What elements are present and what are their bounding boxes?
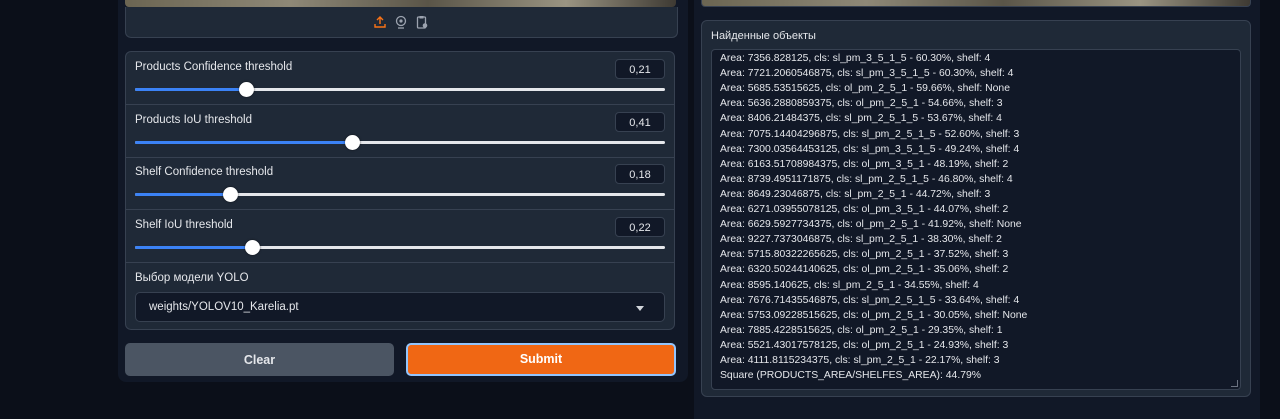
clear-button[interactable]: Clear — [125, 343, 394, 376]
result-line: Area: 5636.2880859375, cls: ol_pm_2_5_1 … — [720, 98, 1003, 110]
chevron-down-icon — [636, 306, 644, 311]
slider-fill — [135, 193, 231, 196]
products-confidence-slider: Products Confidence threshold 0,21 — [126, 52, 674, 105]
result-line: Area: 6271.03955078125, cls: ol_pm_3_5_1… — [720, 204, 1009, 215]
slider-label: Shelf Confidence threshold — [135, 166, 274, 178]
result-line: Area: 8595.140625, cls: sl_pm_2_5_1 - 34… — [720, 279, 979, 291]
slider-label: Products IoU threshold — [135, 114, 252, 126]
result-line: Area: 5753.09228515625, cls: ol_pm_2_5_1… — [720, 309, 1028, 321]
shelf-confidence-slider: Shelf Confidence threshold 0,18 — [126, 157, 674, 210]
result-line: Area: 5521.43017578125, cls: ol_pm_2_5_1… — [720, 339, 1009, 351]
slider-fill — [135, 141, 353, 144]
result-line: Square (PRODUCTS_AREA/SHELFES_AREA): 44.… — [720, 370, 982, 382]
upload-icon[interactable] — [373, 15, 387, 29]
slider-thumb[interactable] — [223, 187, 239, 202]
result-line: Area: 7300.03564453125, cls: sl_pm_3_5_1… — [720, 143, 1020, 155]
model-select-label: Выбор модели YOLO — [135, 272, 249, 284]
resize-handle-icon[interactable] — [1231, 380, 1238, 387]
slider-track[interactable] — [135, 82, 665, 97]
result-line: Area: 7721.2060546875, cls: sl_pm_3_5_1_… — [720, 68, 1014, 80]
model-dropdown[interactable]: weights/YOLOV10_Karelia.pt — [135, 292, 665, 322]
result-line: Area: 5685.53515625, cls: ol_pm_2_5_1 - … — [720, 83, 1010, 95]
slider-label: Products Confidence threshold — [135, 61, 293, 73]
result-line: Area: 8649.23046875, cls: sl_pm_2_5_1 - … — [720, 188, 991, 200]
clipboard-icon[interactable] — [415, 15, 429, 29]
result-line: Area: 7885.4228515625, cls: ol_pm_2_5_1 … — [720, 324, 1003, 336]
slider-track[interactable] — [135, 135, 665, 150]
result-line: Area: 7075.14404296875, cls: sl_pm_2_5_1… — [720, 128, 1020, 140]
results-textarea[interactable]: Area: 7356.828125, cls: sl_pm_3_5_1_5 - … — [711, 49, 1241, 390]
result-line: Area: 6320.50244140625, cls: ol_pm_2_5_1… — [720, 264, 1009, 276]
parameters-block: Products Confidence threshold 0,21 Produ… — [125, 51, 675, 330]
slider-fill — [135, 246, 252, 249]
shelf-iou-slider: Shelf IoU threshold 0,22 — [126, 210, 674, 263]
result-line: Area: 6163.51708984375, cls: ol_pm_3_5_1… — [720, 158, 1009, 170]
products-iou-slider: Products IoU threshold 0,41 — [126, 105, 674, 158]
slider-track[interactable] — [135, 187, 665, 202]
slider-value-input[interactable]: 0,22 — [615, 217, 665, 237]
results-label: Найденные объекты — [711, 30, 816, 42]
slider-value-input[interactable]: 0,21 — [615, 59, 665, 79]
webcam-icon[interactable] — [394, 15, 408, 29]
model-dropdown-value: weights/YOLOV10_Karelia.pt — [149, 301, 299, 313]
image-source-toolbar — [125, 7, 678, 38]
result-line: Area: 6629.5927734375, cls: ol_pm_2_5_1 … — [720, 219, 1022, 231]
result-line: Area: 4111.8115234375, cls: sl_pm_2_5_1 … — [720, 355, 1000, 366]
output-image-preview — [701, 0, 1251, 7]
input-image-preview[interactable] — [125, 0, 676, 7]
slider-value-input[interactable]: 0,18 — [615, 164, 665, 184]
result-line: Area: 7676.71435546875, cls: sl_pm_2_5_1… — [720, 294, 1020, 306]
result-line: Area: 8739.4951171875, cls: sl_pm_2_5_1_… — [720, 173, 1013, 185]
result-line: Area: 7356.828125, cls: sl_pm_3_5_1_5 - … — [720, 53, 991, 64]
submit-button[interactable]: Submit — [406, 343, 676, 376]
result-line: Area: 5715.80322265625, cls: ol_pm_2_5_1… — [720, 249, 1009, 261]
result-line: Area: 8406.21484375, cls: sl_pm_2_5_1_5 … — [720, 113, 1002, 125]
slider-thumb[interactable] — [244, 240, 260, 255]
slider-fill — [135, 88, 247, 91]
slider-thumb[interactable] — [239, 82, 255, 97]
slider-thumb[interactable] — [345, 135, 361, 150]
results-block: Найденные объекты Area: 7356.828125, cls… — [701, 20, 1251, 397]
slider-track[interactable] — [135, 240, 665, 255]
slider-value-input[interactable]: 0,41 — [615, 112, 665, 132]
slider-label: Shelf IoU threshold — [135, 219, 233, 231]
result-line: Area: 9227.7373046875, cls: sl_pm_2_5_1 … — [720, 234, 1002, 246]
